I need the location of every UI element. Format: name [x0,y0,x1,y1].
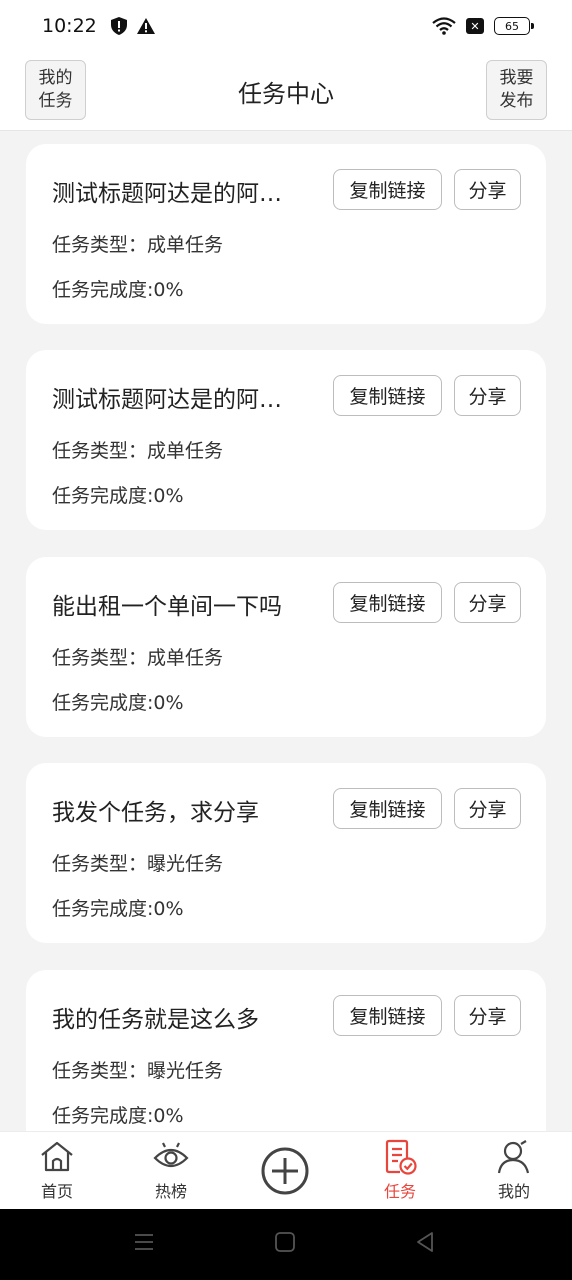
menu-icon[interactable] [133,1231,155,1253]
status-time: 10:22 [42,15,97,37]
task-title: 测试标题阿达是的阿… [52,387,282,413]
shield-icon [110,17,127,35]
task-type: 任务类型：成单任务 [52,440,224,462]
task-title: 我发个任务，求分享 [52,800,259,826]
no-sim-icon: ✕ [466,18,484,34]
warning-icon [136,18,155,34]
wifi-icon [432,17,456,35]
task-progress: 任务完成度:0% [52,485,184,507]
nav-mine-label: 我的 [497,1182,530,1201]
task-type: 任务类型：成单任务 [52,234,224,256]
copy-link-button[interactable]: 复制链接 [333,995,442,1036]
task-card[interactable]: 测试标题阿达是的阿… 复制链接 分享 任务类型：成单任务 任务完成度:0% [26,350,546,530]
task-progress: 任务完成度:0% [52,279,184,301]
task-card[interactable]: 我发个任务，求分享 复制链接 分享 任务类型：曝光任务 任务完成度:0% [26,763,546,943]
nav-home[interactable]: 首页 [17,1138,97,1208]
task-type: 任务类型：曝光任务 [52,853,224,875]
share-button[interactable]: 分享 [454,995,521,1036]
battery-icon: 65 [494,17,534,35]
copy-link-button[interactable]: 复制链接 [333,788,442,829]
nav-task-label: 任务 [383,1182,416,1201]
share-button[interactable]: 分享 [454,169,521,210]
eye-icon [153,1142,189,1168]
task-title: 能出租一个单间一下吗 [52,594,282,620]
task-list-icon [385,1139,417,1175]
task-title: 我的任务就是这么多 [52,1007,259,1033]
task-type: 任务类型：曝光任务 [52,1060,224,1082]
nav-task[interactable]: 任务 [360,1138,440,1208]
share-button[interactable]: 分享 [454,375,521,416]
add-icon[interactable] [260,1146,310,1196]
copy-link-button[interactable]: 复制链接 [333,375,442,416]
nav-hot[interactable]: 热榜 [131,1138,211,1208]
nav-home-label: 首页 [40,1182,73,1201]
task-progress: 任务完成度:0% [52,1105,184,1127]
nav-hot-label: 热榜 [154,1182,187,1201]
user-icon [497,1140,530,1174]
task-title: 测试标题阿达是的阿… [52,181,282,207]
app-header: 我的 任务 任务中心 我要 发布 [0,52,572,131]
bottom-nav: 首页 热榜 任务 我的 [0,1131,572,1209]
copy-link-button[interactable]: 复制链接 [333,169,442,210]
share-button[interactable]: 分享 [454,788,521,829]
back-icon[interactable] [414,1231,436,1253]
publish-task-button[interactable]: 我要 发布 [486,60,547,120]
copy-link-button[interactable]: 复制链接 [333,582,442,623]
system-nav-bar [0,1209,572,1280]
task-progress: 任务完成度:0% [52,692,184,714]
home-square-icon[interactable] [274,1231,296,1253]
task-progress: 任务完成度:0% [52,898,184,920]
task-list[interactable]: 测试标题阿达是的阿… 复制链接 分享 任务类型：成单任务 任务完成度:0% 测试… [0,131,572,1131]
home-icon [41,1141,73,1172]
task-type: 任务类型：成单任务 [52,647,224,669]
task-card[interactable]: 测试标题阿达是的阿… 复制链接 分享 任务类型：成单任务 任务完成度:0% [26,144,546,324]
task-card[interactable]: 我的任务就是这么多 复制链接 分享 任务类型：曝光任务 任务完成度:0% [26,970,546,1131]
task-card[interactable]: 能出租一个单间一下吗 复制链接 分享 任务类型：成单任务 任务完成度:0% [26,557,546,737]
share-button[interactable]: 分享 [454,582,521,623]
nav-mine[interactable]: 我的 [474,1138,554,1208]
status-bar: 10:22 ✕ 65 [0,0,572,52]
